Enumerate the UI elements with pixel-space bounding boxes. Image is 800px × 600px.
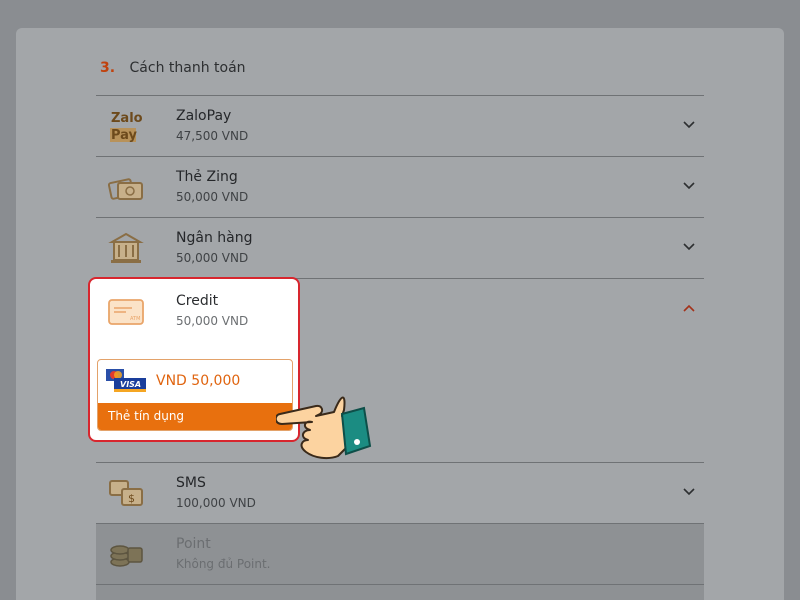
pointing-hand-icon [276, 396, 372, 460]
method-name: SMS [176, 475, 206, 491]
payment-method-zing-card[interactable]: Thẻ Zing 50,000 VND [96, 156, 704, 217]
chevron-down-icon[interactable] [682, 485, 696, 499]
payment-method-point: Point Không đủ Point. [96, 523, 704, 584]
method-name: Credit [176, 293, 219, 309]
payment-method-zalopay[interactable]: Zalo Pay ZaloPay 47,500 VND [96, 95, 704, 156]
svg-text:Zalo: Zalo [111, 111, 143, 126]
svg-text:$: $ [128, 492, 135, 505]
credit-option-amount: VND 50,000 [156, 373, 241, 389]
method-price: 47,500 VND [176, 129, 249, 143]
chevron-down-icon[interactable] [682, 240, 696, 254]
method-status: Không đủ Point. [176, 557, 271, 571]
payment-method-sms[interactable]: $ SMS 100,000 VND [96, 462, 704, 523]
method-price: 50,000 VND [176, 190, 249, 204]
section-label: Cách thanh toán [129, 60, 246, 76]
section-title: 3. Cách thanh toán [100, 60, 246, 76]
credit-option-label[interactable]: Thẻ tín dụng [98, 403, 292, 430]
method-name: ZaloPay [176, 108, 232, 124]
method-name: Ngân hàng [176, 230, 253, 246]
chevron-up-icon[interactable] [682, 301, 696, 315]
zing-card-icon [108, 178, 143, 200]
svg-text:Pay: Pay [111, 128, 138, 143]
method-name: Thẻ Zing [176, 169, 238, 185]
bank-icon [108, 232, 144, 263]
mastercard-visa-icon: VISA [106, 369, 146, 392]
payment-method-bank[interactable]: Ngân hàng 50,000 VND [96, 217, 704, 278]
section-number: 3. [100, 60, 116, 76]
method-name: Point [176, 536, 211, 552]
svg-text:VISA: VISA [120, 380, 141, 389]
zalopay-icon: Zalo Pay [110, 111, 143, 143]
chevron-down-icon[interactable] [682, 179, 696, 193]
svg-text:ATM: ATM [130, 316, 140, 322]
credit-card-icon: ATM [108, 299, 144, 325]
credit-card-option[interactable]: VISA VND 50,000 Thẻ tín dụng [97, 359, 293, 431]
method-price: 50,000 VND [176, 314, 249, 328]
coins-icon [110, 545, 143, 567]
method-price: 100,000 VND [176, 496, 256, 510]
payment-method-next [96, 584, 704, 600]
sms-icon: $ [109, 480, 143, 506]
chevron-down-icon[interactable] [682, 118, 696, 132]
method-price: 50,000 VND [176, 251, 249, 265]
credit-highlight[interactable]: ATM Credit 50,000 VND VISA VND 50,000 Th… [88, 277, 300, 442]
